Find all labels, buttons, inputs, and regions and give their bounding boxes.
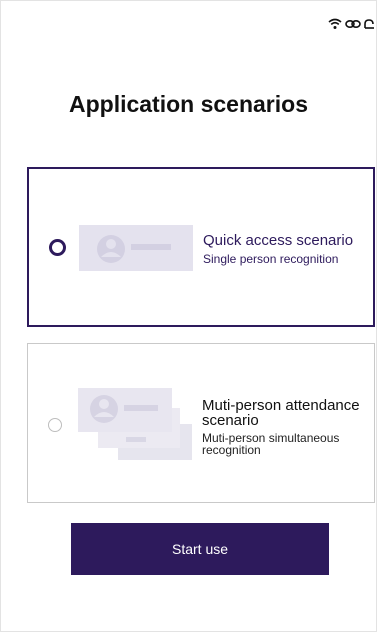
link-icon bbox=[345, 18, 361, 30]
radio-selected[interactable] bbox=[49, 239, 66, 256]
start-use-button[interactable]: Start use bbox=[71, 523, 329, 575]
page-title: Application scenarios bbox=[68, 91, 308, 117]
scenario-title: Quick access scenario bbox=[203, 232, 354, 249]
scenario-subtitle: Muti-person simultaneous recognition bbox=[202, 431, 340, 457]
single-person-illustration bbox=[79, 225, 193, 276]
wifi-icon bbox=[328, 18, 342, 30]
scenario-card-multi-person[interactable]: Muti-person attendance scenario Muti-per… bbox=[27, 343, 375, 503]
app-screen: Application scenarios Quick access scena… bbox=[0, 0, 377, 632]
multi-person-illustration bbox=[78, 388, 196, 469]
scenario-card-quick-access[interactable]: Quick access scenario Single person reco… bbox=[27, 167, 375, 327]
radio-unselected[interactable] bbox=[48, 418, 62, 432]
scenario-title: Muti-person attendance scenario bbox=[202, 397, 360, 429]
scenario-subtitle: Single person recognition bbox=[203, 252, 339, 266]
status-bar bbox=[328, 15, 374, 33]
cloud-icon bbox=[364, 18, 374, 30]
